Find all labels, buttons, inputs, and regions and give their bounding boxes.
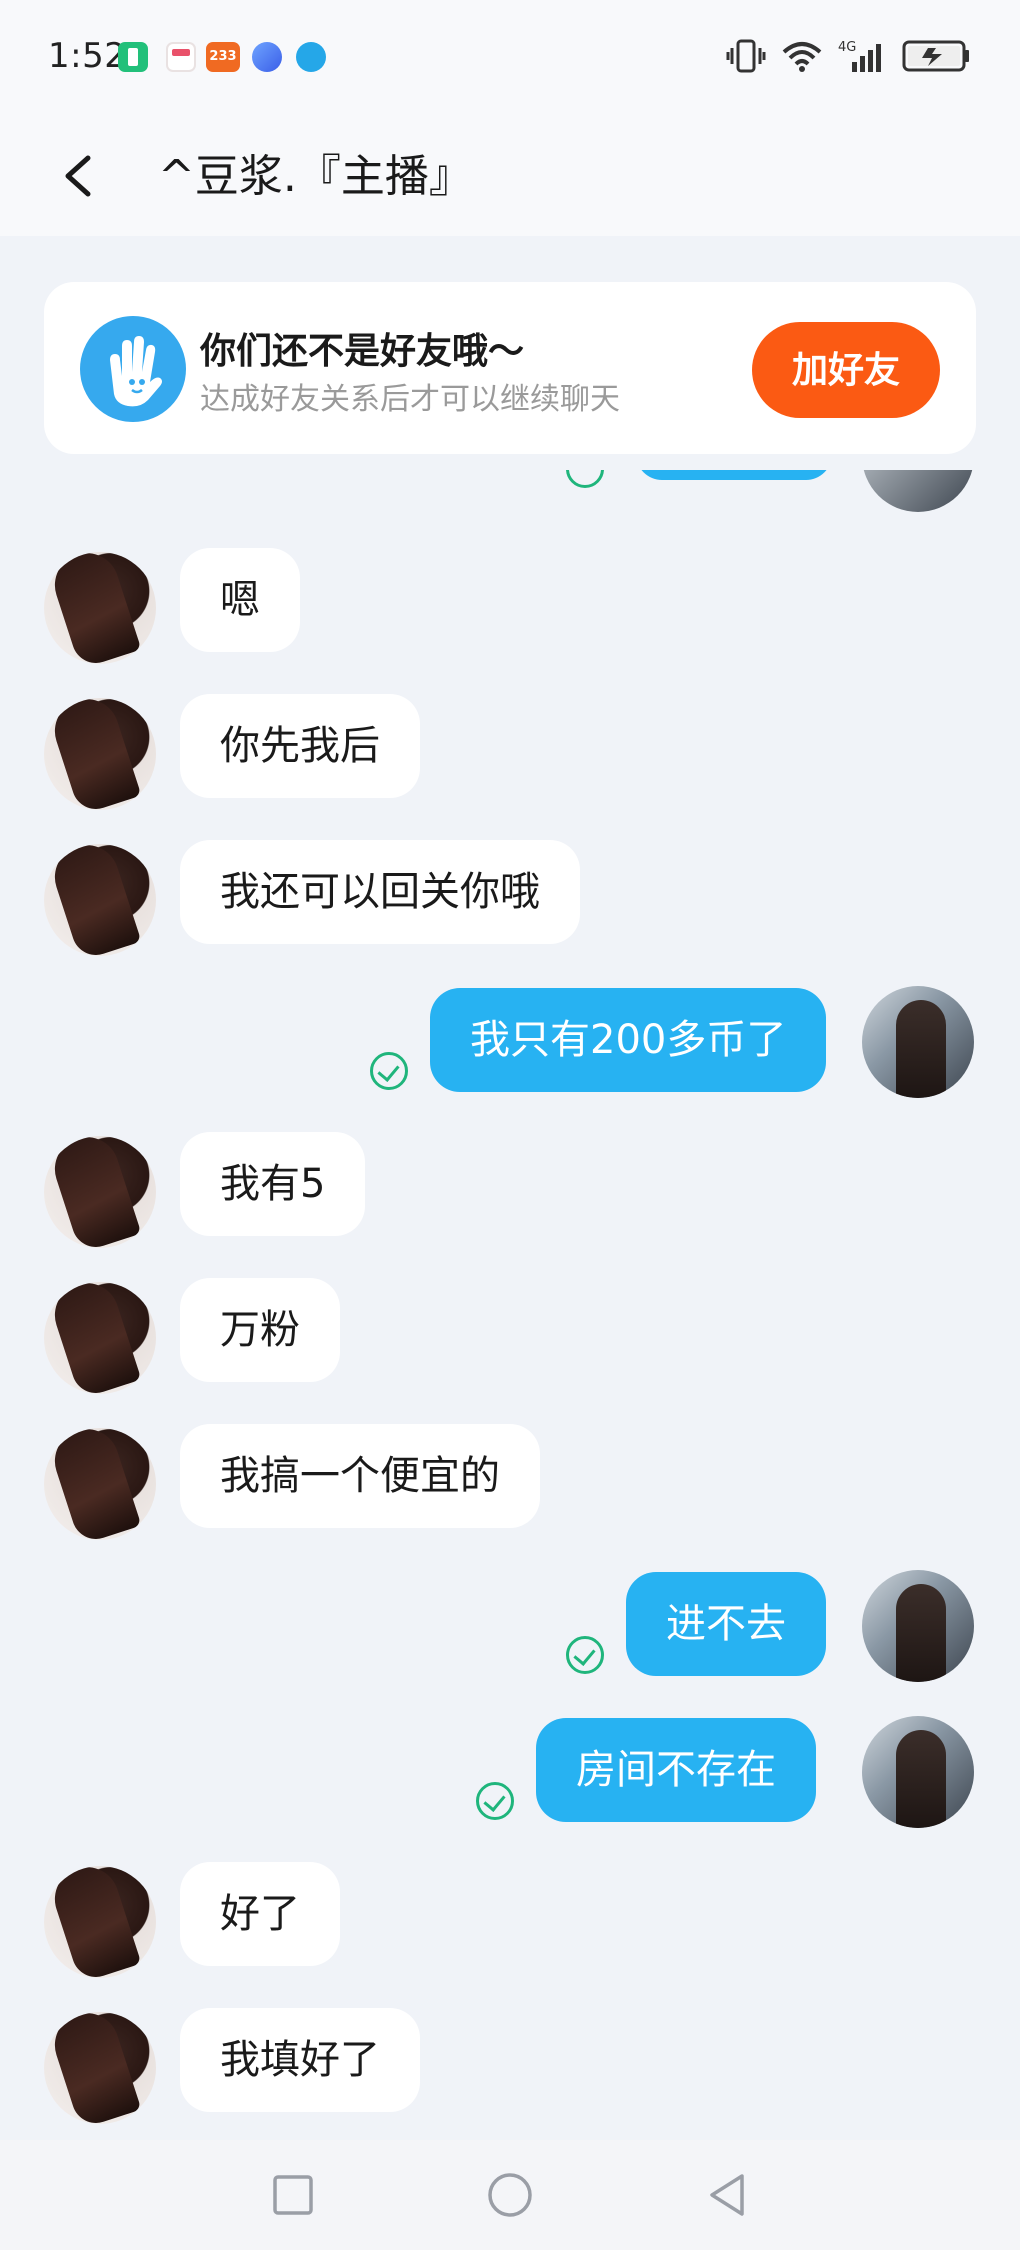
avatar[interactable]: [44, 1866, 156, 1978]
avatar[interactable]: [44, 2012, 156, 2124]
page-title: ^豆浆.『主播』: [158, 151, 473, 202]
music-notification-icon: [252, 42, 282, 72]
read-check-icon: [566, 1636, 604, 1674]
message-list[interactable]: 嗯 你先我后 我还可以回关你哦 我只有200多币了 我有5 万粉 我搞一个便宜的…: [0, 470, 1020, 2140]
back-triangle-icon[interactable]: [702, 2170, 752, 2220]
back-arrow-icon[interactable]: [50, 146, 110, 206]
message-bubble-incoming[interactable]: 我搞一个便宜的: [180, 1424, 540, 1528]
waving-hand-icon: [80, 316, 186, 422]
home-circle-icon[interactable]: [485, 2170, 535, 2220]
avatar[interactable]: [862, 470, 974, 512]
banner-subtitle: 达成好友关系后才可以继续聊天: [200, 382, 620, 417]
network-label: 4G: [838, 40, 856, 55]
chat-header: ^豆浆.『主播』: [0, 118, 1020, 236]
read-check-icon: [476, 1782, 514, 1820]
message-bubble-incoming[interactable]: 我有5: [180, 1132, 366, 1236]
message-bubble-outgoing[interactable]: 进不去: [626, 1572, 826, 1676]
recents-square-icon[interactable]: [268, 2170, 318, 2220]
status-bar: 1:52 233 4G: [0, 0, 1020, 118]
status-time: 1:52: [48, 36, 127, 76]
message-bubble-incoming[interactable]: 你先我后: [180, 694, 420, 798]
message-bubble-incoming[interactable]: 我填好了: [180, 2008, 420, 2112]
avatar[interactable]: [44, 1136, 156, 1248]
avatar[interactable]: [862, 1570, 974, 1682]
signal-4g-icon: 4G: [838, 40, 881, 72]
battery-charging-icon: [902, 40, 969, 72]
avatar[interactable]: [44, 1428, 156, 1540]
message-bubble-incoming[interactable]: 嗯: [180, 548, 300, 652]
message-bubble-outgoing[interactable]: 我只有200多币了: [430, 988, 827, 1092]
system-icons: 4G: [726, 38, 972, 74]
wechat-notification-icon: [118, 42, 148, 72]
avatar[interactable]: [44, 698, 156, 810]
avatar[interactable]: [44, 1282, 156, 1394]
read-check-icon: [566, 470, 604, 488]
vibrate-icon: [726, 39, 766, 73]
avatar[interactable]: [44, 552, 156, 664]
read-check-icon: [370, 1052, 408, 1090]
wifi-icon: [782, 42, 822, 72]
message-bubble-incoming[interactable]: 我还可以回关你哦: [180, 840, 580, 944]
system-nav-bar: [0, 2140, 1020, 2250]
avatar[interactable]: [862, 986, 974, 1098]
add-friend-button[interactable]: 加好友: [752, 322, 940, 418]
calendar-notification-icon: [166, 42, 196, 72]
browser-notification-icon: [296, 42, 326, 72]
message-bubble-partial[interactable]: [636, 470, 832, 480]
message-bubble-outgoing[interactable]: 房间不存在: [536, 1718, 816, 1822]
message-bubble-incoming[interactable]: 好了: [180, 1862, 340, 1966]
avatar[interactable]: [862, 1716, 974, 1828]
chat-screen: 1:52 233 4G ^豆浆.『主播』 你们还不是好友哦～ 达成好友关系后才可…: [0, 0, 1020, 2250]
avatar[interactable]: [44, 844, 156, 956]
app-233-notification-icon: 233: [206, 42, 240, 72]
not-friends-banner: 你们还不是好友哦～ 达成好友关系后才可以继续聊天 加好友: [44, 282, 976, 454]
banner-title: 你们还不是好友哦～: [200, 331, 525, 372]
message-bubble-incoming[interactable]: 万粉: [180, 1278, 340, 1382]
